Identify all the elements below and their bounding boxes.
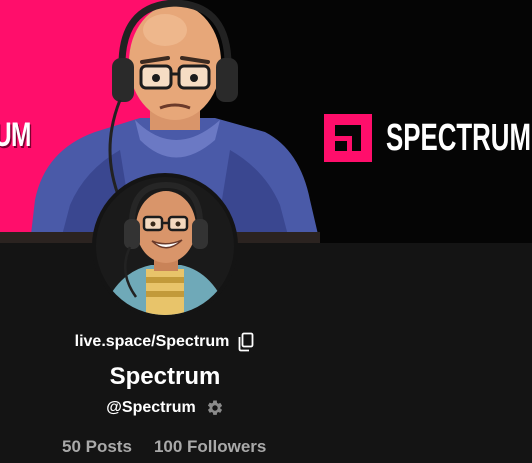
brand-name: SPECTRUM: [386, 116, 531, 159]
avatar-illustration: [96, 177, 234, 315]
profile-link[interactable]: live.space/Spectrum: [75, 333, 230, 351]
profile-stats: 50 Posts 100 Followers: [62, 436, 266, 458]
gear-icon[interactable]: [206, 399, 224, 417]
profile-avatar[interactable]: [92, 173, 238, 319]
spectrum-logo-icon: [324, 114, 372, 162]
profile-link-row: live.space/Spectrum: [0, 330, 330, 354]
brand-logo-group: SPECTRUM: [324, 112, 532, 164]
followers-count[interactable]: 100 Followers: [154, 437, 266, 457]
profile-banner: UM: [0, 0, 532, 243]
handle-row: @Spectrum: [0, 397, 330, 419]
display-name: Spectrum: [109, 363, 221, 390]
copy-icon[interactable]: [237, 332, 255, 352]
posts-count[interactable]: 50 Posts: [62, 437, 132, 457]
user-handle: @Spectrum: [106, 399, 196, 416]
